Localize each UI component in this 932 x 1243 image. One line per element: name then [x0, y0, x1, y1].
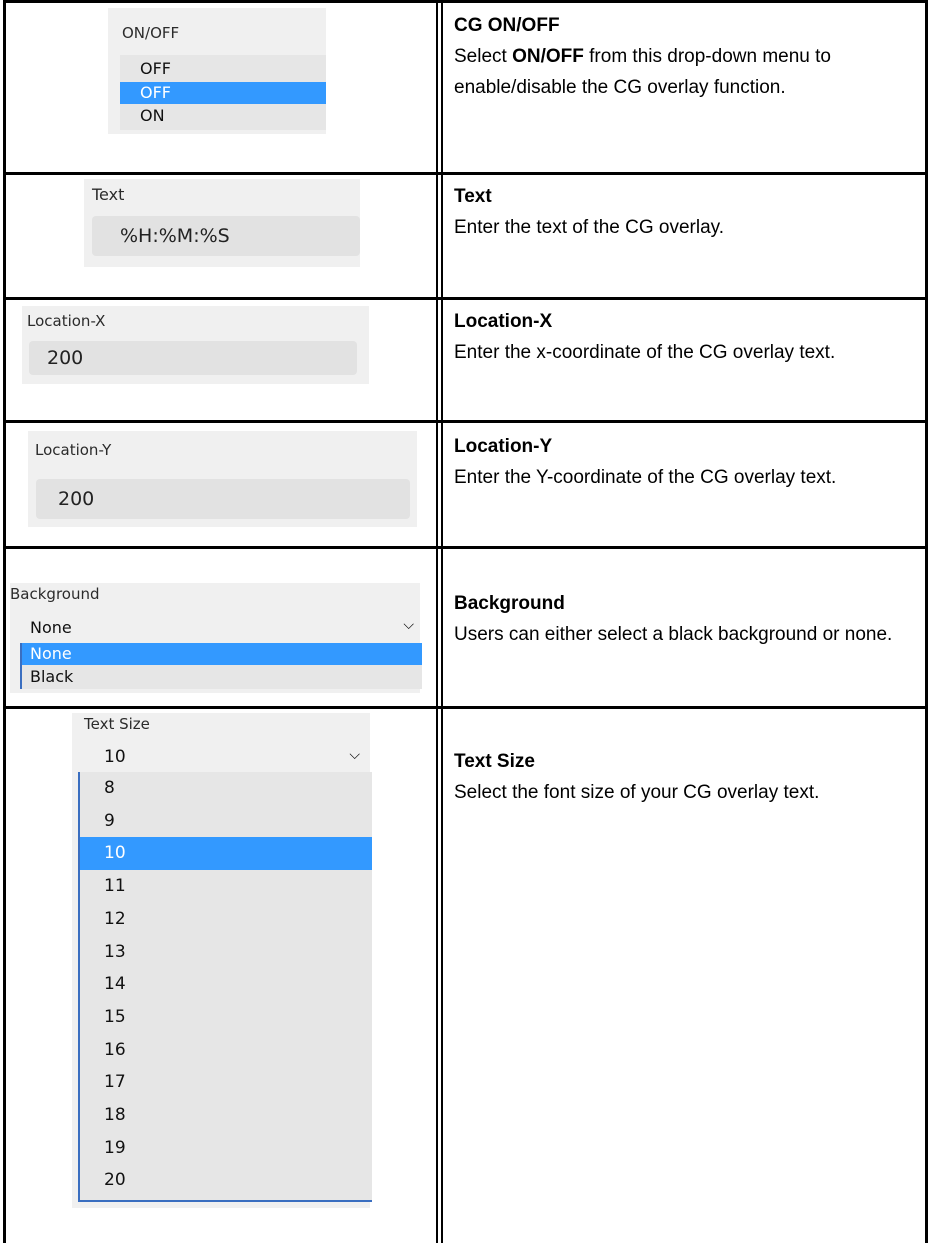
background-option-selected[interactable]: None — [22, 643, 422, 665]
desc-text: Enter the Y-coordinate of the CG overlay… — [454, 467, 837, 488]
chevron-down-icon: ⌵ — [403, 617, 414, 633]
text-size-option[interactable]: 11 — [80, 870, 372, 903]
background-dropdown-panel: Background None ⌵ None Black — [10, 583, 422, 693]
background-options-list: None Black — [20, 643, 422, 689]
text-size-option[interactable]: 16 — [80, 1034, 372, 1067]
text-size-option[interactable]: 19 — [80, 1132, 372, 1165]
table-border-right — [925, 0, 928, 1243]
chevron-down-icon: ⌵ — [349, 747, 360, 763]
text-size-option[interactable]: 15 — [80, 1001, 372, 1034]
location-x-panel: Location-X 200 — [22, 306, 369, 384]
row-divider — [3, 706, 928, 709]
text-size-option[interactable]: 13 — [80, 936, 372, 969]
text-size-description: Text Size Select the font size of your C… — [454, 746, 919, 808]
text-size-option-selected[interactable]: 10 — [80, 837, 372, 871]
onoff-dropdown-panel: ON/OFF OFF OFF ON — [108, 8, 326, 134]
text-size-select-value: 10 — [104, 747, 126, 767]
desc-text: Select the font size of your CG overlay … — [454, 782, 820, 803]
text-size-option[interactable]: 20 — [80, 1164, 372, 1197]
text-size-option[interactable]: 12 — [80, 903, 372, 936]
text-size-select[interactable]: 10 ⌵ — [80, 741, 370, 773]
onoff-label: ON/OFF — [122, 24, 180, 42]
text-size-option[interactable]: 17 — [80, 1066, 372, 1099]
desc-text: Enter the text of the CG overlay. — [454, 217, 724, 238]
desc-bold-off: OFF — [545, 46, 584, 67]
location-y-label: Location-Y — [35, 441, 112, 459]
text-size-option[interactable]: 18 — [80, 1099, 372, 1132]
background-select[interactable]: None ⌵ — [20, 613, 420, 643]
location-x-input[interactable]: 200 — [29, 341, 357, 375]
location-x-label: Location-X — [27, 312, 106, 330]
onoff-option[interactable]: OFF — [120, 58, 326, 80]
location-y-value: 200 — [58, 488, 95, 510]
onoff-option-selected[interactable]: OFF — [120, 82, 326, 104]
text-input[interactable]: %H:%M:%S — [92, 216, 360, 256]
background-select-value: None — [30, 618, 72, 637]
text-label: Text — [92, 185, 125, 204]
text-size-option[interactable]: 9 — [80, 805, 372, 838]
desc-bold-on: ON — [512, 46, 541, 67]
text-size-title: Text Size — [454, 751, 535, 772]
desc-text: Enter the x-coordinate of the CG overlay… — [454, 342, 836, 363]
table-divider — [441, 0, 443, 1243]
location-x-description: Location-X Enter the x-coordinate of the… — [454, 306, 919, 368]
text-input-value: %H:%M:%S — [120, 225, 230, 247]
onoff-option[interactable]: ON — [120, 105, 326, 127]
text-description: Text Enter the text of the CG overlay. — [454, 181, 919, 243]
row-divider — [3, 297, 928, 300]
table-border-top — [3, 0, 928, 3]
background-label: Background — [10, 585, 100, 603]
text-size-label: Text Size — [84, 715, 150, 733]
location-y-title: Location-Y — [454, 436, 553, 457]
table-divider — [436, 0, 438, 1243]
text-size-dropdown-panel: Text Size 10 ⌵ 8 9 10 11 12 13 14 15 16 17 18 19 20 — [72, 713, 372, 1208]
desc-text: Users can either select a black backgrou… — [454, 624, 893, 645]
onoff-options-list: OFF OFF ON — [120, 55, 326, 130]
background-description: Background Users can either select a bla… — [454, 588, 919, 650]
row-divider — [3, 420, 928, 423]
desc-text: Select — [454, 46, 513, 67]
text-size-option[interactable]: 8 — [80, 772, 372, 805]
background-title: Background — [454, 593, 565, 614]
location-y-panel: Location-Y 200 — [28, 431, 417, 527]
text-size-options-list: 8 9 10 11 12 13 14 15 16 17 18 19 20 — [78, 772, 372, 1202]
location-x-title: Location-X — [454, 311, 553, 332]
onoff-title: CG ON/OFF — [454, 15, 560, 36]
row-divider — [3, 546, 928, 549]
text-title: Text — [454, 186, 492, 207]
location-x-value: 200 — [47, 347, 84, 369]
location-y-description: Location-Y Enter the Y-coordinate of the… — [454, 431, 919, 493]
location-y-input[interactable]: 200 — [36, 479, 410, 519]
background-option[interactable]: Black — [22, 666, 422, 688]
text-size-option[interactable]: 14 — [80, 968, 372, 1001]
text-field-panel: Text %H:%M:%S — [84, 179, 360, 267]
onoff-description: CG ON/OFF Select ON/OFF from this drop-d… — [454, 10, 919, 103]
row-divider — [3, 172, 928, 175]
table-border-left — [3, 0, 6, 1243]
